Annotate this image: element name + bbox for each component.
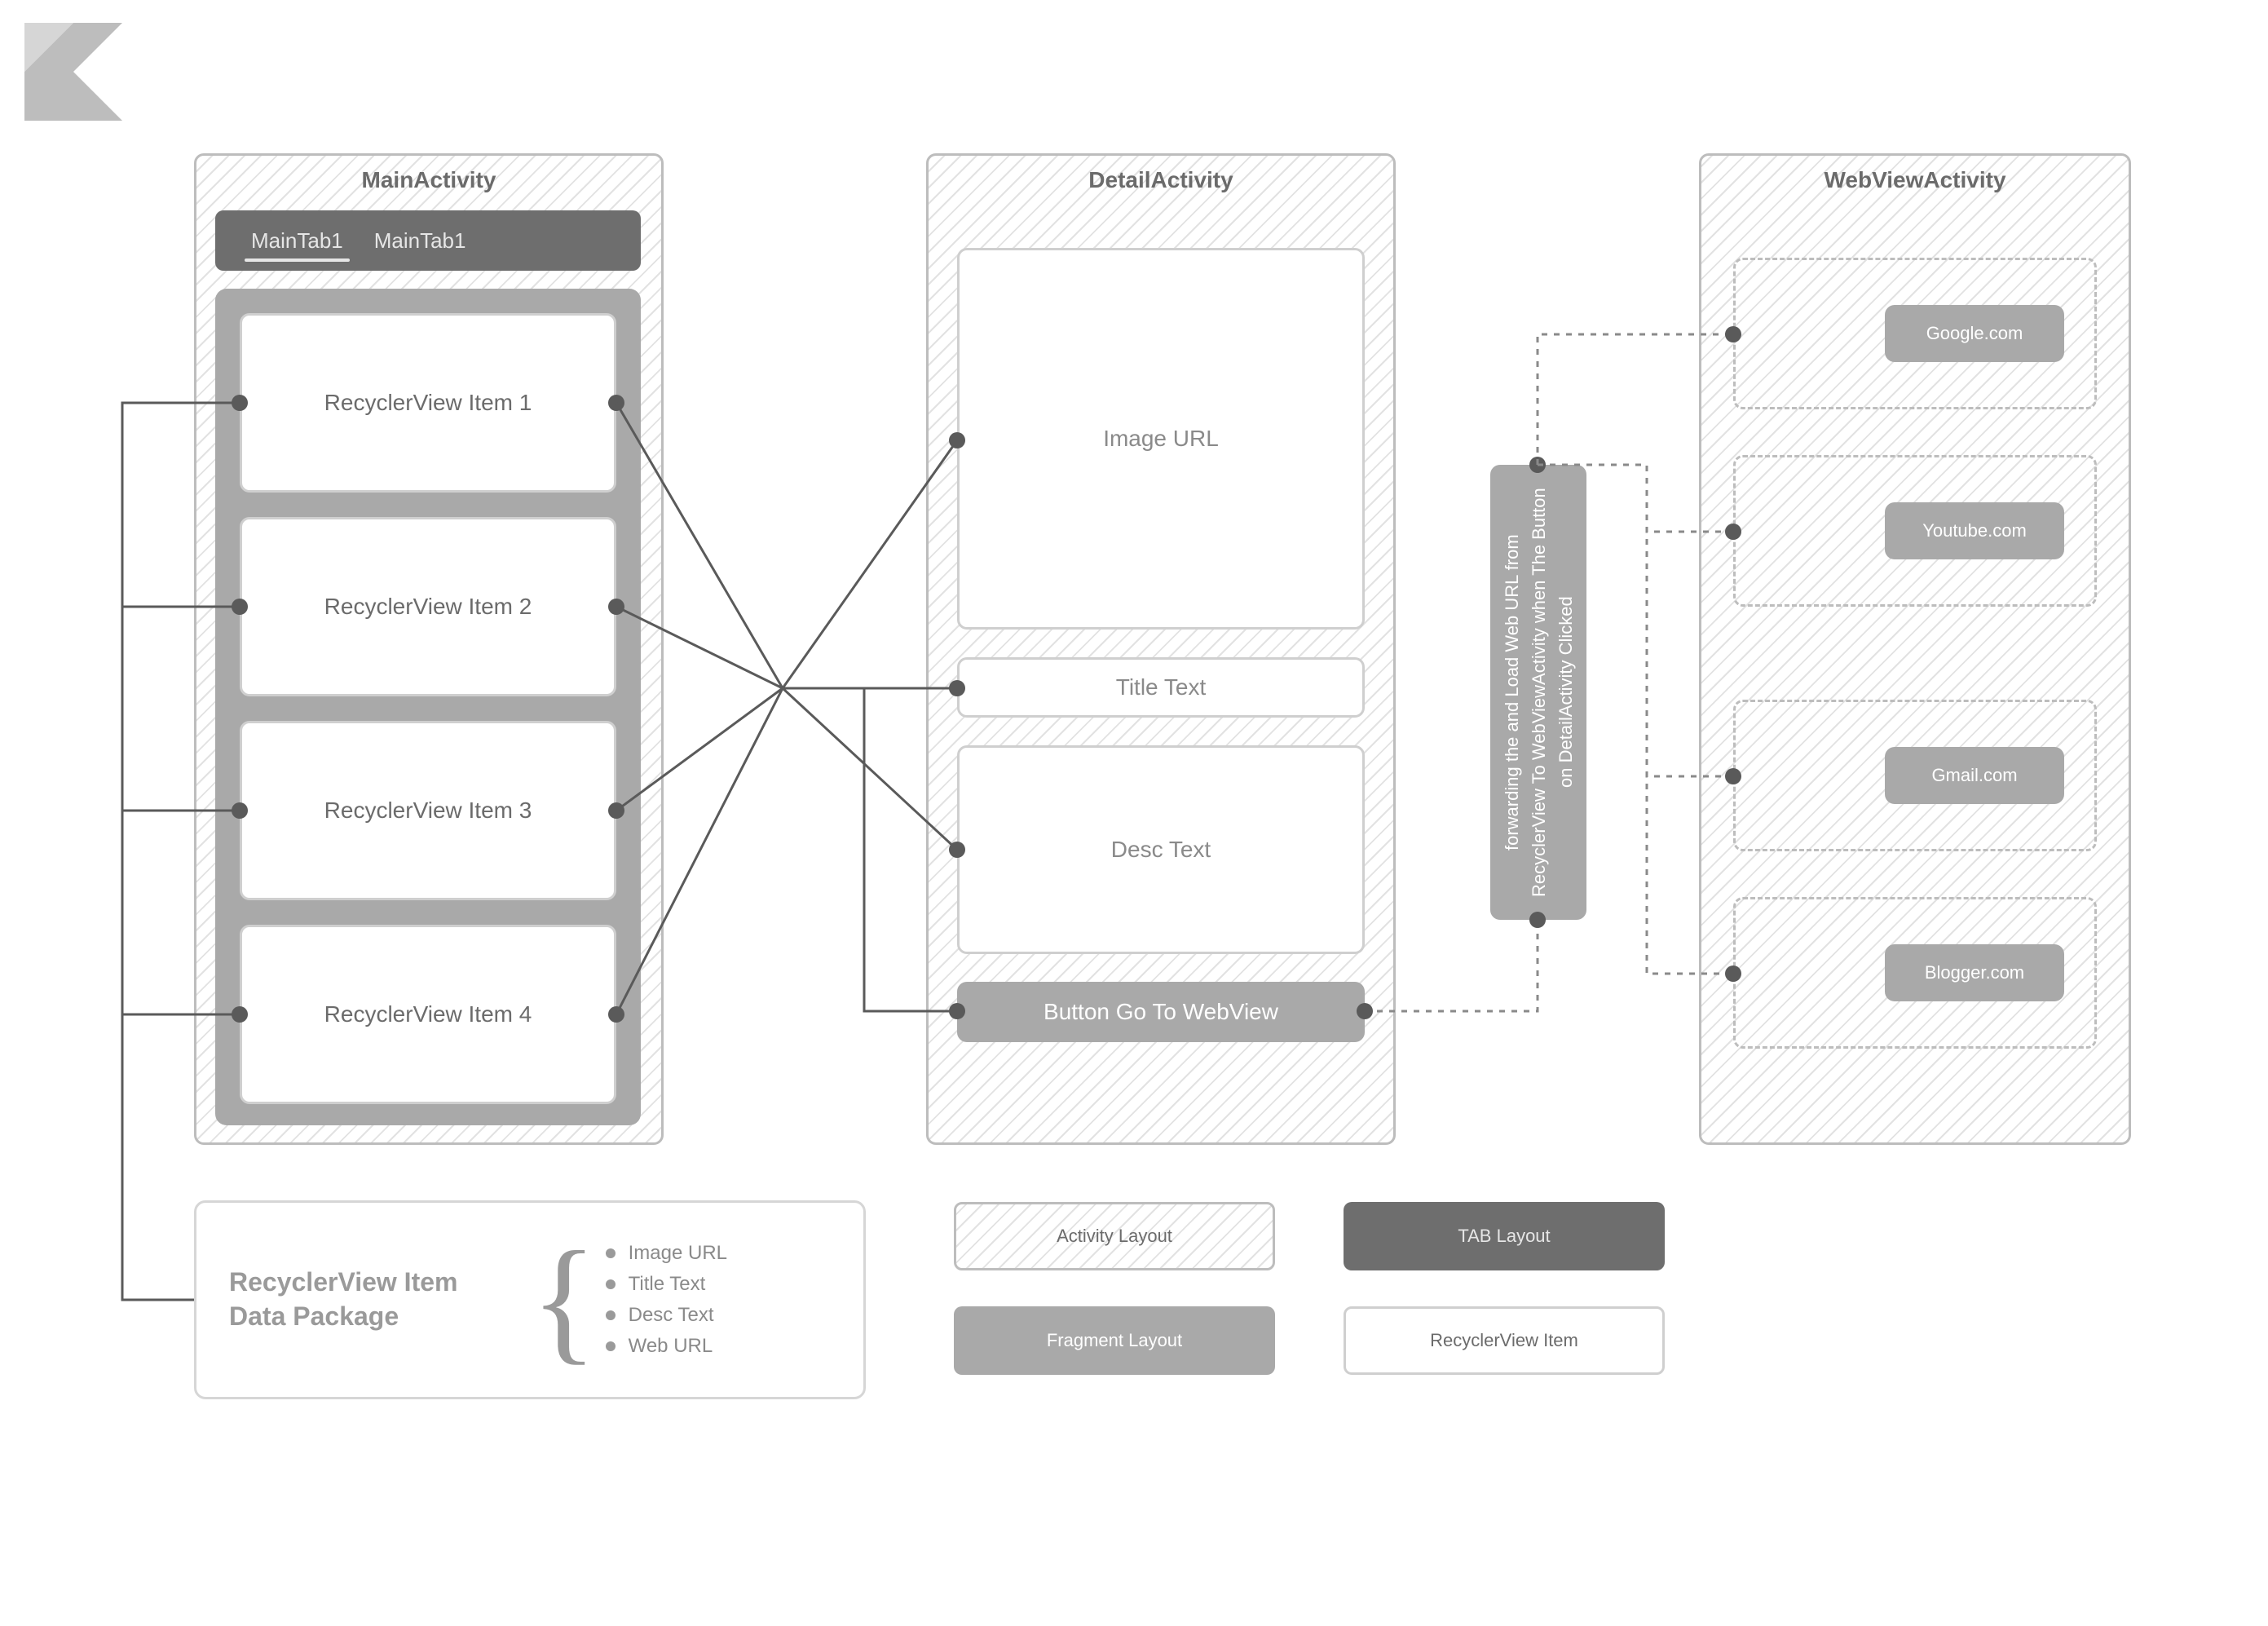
- recycler-item-1[interactable]: RecyclerView Item 1: [240, 313, 616, 493]
- forwarding-note-text: forwarding the and Load Web URL from Rec…: [1494, 465, 1584, 920]
- forwarding-note-box: forwarding the and Load Web URL from Rec…: [1490, 465, 1586, 920]
- go-to-webview-label: Button Go To WebView: [1044, 999, 1278, 1025]
- legend-tab-layout: TAB Layout: [1344, 1202, 1665, 1270]
- webview-target-3[interactable]: Gmail.com: [1885, 747, 2064, 804]
- go-to-webview-button[interactable]: Button Go To WebView: [957, 982, 1365, 1042]
- legend-recyclerview-item-label: RecyclerView Item: [1430, 1330, 1578, 1351]
- recycler-item-1-label: RecyclerView Item 1: [324, 390, 532, 416]
- recycler-item-3-label: RecyclerView Item 3: [324, 798, 532, 824]
- recycler-item-3[interactable]: RecyclerView Item 3: [240, 721, 616, 900]
- data-package-fields: Image URL Title Text Desc Text Web URL: [606, 1234, 727, 1366]
- detail-desc-card: Desc Text: [957, 745, 1365, 954]
- webview-target-2[interactable]: Youtube.com: [1885, 502, 2064, 559]
- detail-activity-title: DetailActivity: [929, 167, 1393, 193]
- detail-image-label: Image URL: [1103, 426, 1219, 452]
- legend-recyclerview-item: RecyclerView Item: [1344, 1306, 1665, 1375]
- webview-target-3-label: Gmail.com: [1931, 765, 2017, 786]
- legend-fragment-layout-label: Fragment Layout: [1047, 1330, 1182, 1351]
- detail-title-label: Title Text: [1116, 674, 1206, 700]
- dp-field-3: Desc Text: [629, 1304, 714, 1327]
- webview-target-2-label: Youtube.com: [1922, 520, 2027, 541]
- legend-tab-layout-label: TAB Layout: [1458, 1226, 1550, 1247]
- data-package-box: RecyclerView Item Data Package { Image U…: [194, 1200, 866, 1399]
- kotlin-logo-icon: [24, 23, 122, 121]
- diagram-canvas: MainActivity MainTab1 MainTab1 RecyclerV…: [0, 0, 2268, 1626]
- main-tab-bar: MainTab1 MainTab1: [215, 210, 641, 271]
- webview-target-4[interactable]: Blogger.com: [1885, 944, 2064, 1001]
- legend-fragment-layout: Fragment Layout: [954, 1306, 1275, 1375]
- tab-main2[interactable]: MainTab1: [371, 215, 470, 267]
- brace-icon: {: [531, 1244, 598, 1355]
- detail-title-card: Title Text: [957, 657, 1365, 718]
- webview-target-1-label: Google.com: [1926, 323, 2023, 344]
- legend-activity-layout: Activity Layout: [954, 1202, 1275, 1270]
- recycler-item-4-label: RecyclerView Item 4: [324, 1001, 532, 1027]
- dp-field-4: Web URL: [629, 1335, 713, 1358]
- data-package-title: RecyclerView Item Data Package: [229, 1266, 506, 1333]
- recycler-item-4[interactable]: RecyclerView Item 4: [240, 925, 616, 1104]
- webview-activity-title: WebViewActivity: [1701, 167, 2129, 193]
- detail-desc-label: Desc Text: [1111, 837, 1211, 863]
- detail-image-card: Image URL: [957, 248, 1365, 630]
- tab-main1[interactable]: MainTab1: [248, 215, 346, 267]
- webview-target-4-label: Blogger.com: [1925, 962, 2024, 983]
- legend-activity-layout-label: Activity Layout: [1057, 1226, 1172, 1247]
- webview-target-1[interactable]: Google.com: [1885, 305, 2064, 362]
- recycler-item-2[interactable]: RecyclerView Item 2: [240, 517, 616, 696]
- dp-field-1: Image URL: [629, 1242, 727, 1265]
- recycler-item-2-label: RecyclerView Item 2: [324, 594, 532, 620]
- main-activity-title: MainActivity: [196, 167, 661, 193]
- dp-field-2: Title Text: [629, 1273, 706, 1296]
